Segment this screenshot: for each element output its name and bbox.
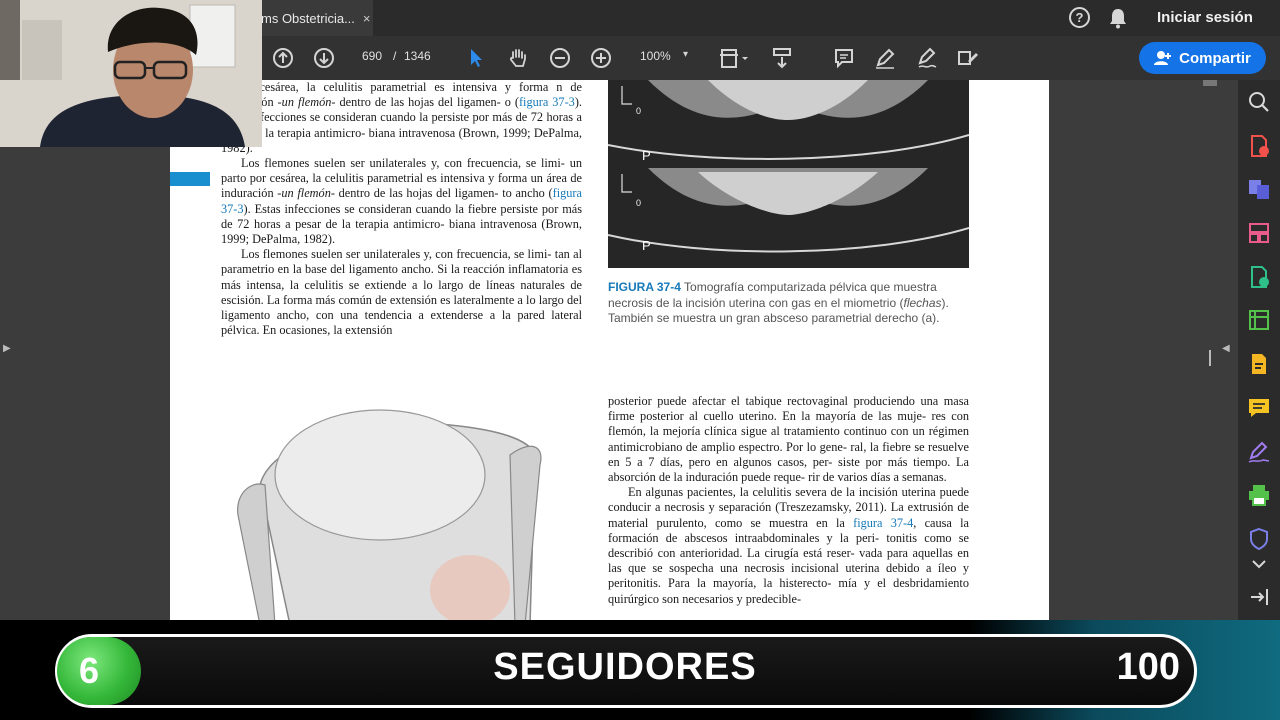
draw-sign-icon[interactable] [915, 46, 939, 70]
collapse-panel-icon[interactable] [1247, 585, 1271, 609]
export-pdf-icon[interactable] [1247, 134, 1271, 158]
export-file-icon[interactable] [1247, 352, 1271, 376]
zoom-search-icon[interactable] [1247, 90, 1271, 114]
figure-link[interactable]: figura 37-3 [519, 95, 575, 109]
paragraph: posterior puede afectar el tabique recto… [608, 394, 969, 485]
document-viewer[interactable]: ▶ o por cesárea, la celulitis parametria… [0, 80, 1238, 620]
followers-label: SEGUIDORES [493, 646, 757, 688]
stream-overlay: 6 SEGUIDORES 100 [0, 620, 1280, 720]
ct-scan-image: 0 P 0 P [608, 80, 969, 268]
left-panel-toggle-icon[interactable]: ▶ [3, 343, 11, 354]
badge-number: 6 [78, 650, 100, 691]
paragraph: Los flemones suelen ser unilaterales y, … [221, 156, 582, 247]
scrollbar-thumb[interactable] [1203, 80, 1217, 86]
next-page-icon[interactable] [312, 46, 336, 70]
comment-icon[interactable] [832, 46, 856, 70]
webcam-video-feed [0, 0, 262, 147]
ct-mark: 0 [636, 198, 641, 208]
tab-close-icon[interactable]: × [363, 11, 371, 26]
chapter-tab-marker [170, 172, 210, 186]
right-panel-toggle-icon[interactable]: ◀ [1222, 343, 1230, 354]
page-number-input[interactable]: 690 [356, 49, 388, 63]
share-label: Compartir [1179, 49, 1251, 67]
print-production-icon[interactable] [1247, 483, 1271, 507]
select-tool-icon[interactable] [464, 46, 488, 70]
left-text-column: o por cesárea, la celulitis parametrial … [221, 80, 582, 338]
figure-label: FIGURA 37-4 [608, 280, 681, 294]
add-user-icon [1154, 51, 1172, 65]
sign-in-button[interactable]: Iniciar sesión [1157, 9, 1253, 26]
figure-caption: FIGURA 37-4 Tomografía computarizada pél… [608, 280, 949, 325]
create-pdf-icon[interactable] [1247, 265, 1271, 289]
figure-link[interactable]: figura 37-4 [853, 516, 913, 530]
combine-files-icon[interactable] [1247, 177, 1271, 201]
paragraph: Los flemones suelen ser unilaterales y, … [221, 247, 582, 338]
expand-icon[interactable] [1247, 552, 1271, 576]
right-tools-rail [1238, 80, 1280, 620]
followers-goal: 100 [1116, 646, 1180, 688]
organize-pages-icon[interactable] [1247, 221, 1271, 245]
right-text-column: posterior puede afectar el tabique recto… [608, 394, 969, 607]
paragraph: o por cesárea, la celulitis parametrial … [221, 80, 582, 155]
highlight-pen-icon[interactable] [873, 46, 897, 70]
previous-page-icon[interactable] [271, 46, 295, 70]
protect-icon[interactable] [1247, 527, 1271, 551]
edit-pdf-icon[interactable] [1247, 308, 1271, 332]
help-icon[interactable]: ? [1069, 7, 1090, 28]
ct-mark: P [642, 148, 651, 163]
hand-tool-icon[interactable] [506, 46, 530, 70]
comment-tool-icon[interactable] [1247, 396, 1271, 420]
fill-sign-icon[interactable] [1247, 440, 1271, 464]
scroll-mode-icon[interactable] [770, 46, 794, 70]
app-window: ms Obstetricia... × ? Iniciar sesión 690… [0, 0, 1280, 720]
page-separator: / [393, 49, 397, 63]
pdf-page: o por cesárea, la celulitis parametrial … [170, 80, 1049, 620]
zoom-dropdown-chevron-icon[interactable]: ▾ [683, 49, 688, 60]
page-total: 1346 [404, 49, 431, 63]
zoom-in-icon[interactable] [589, 46, 613, 70]
scrollbar-handle[interactable] [1209, 350, 1211, 366]
share-button[interactable]: Compartir [1139, 42, 1266, 74]
paragraph: En algunas pacientes, la celulitis sever… [608, 485, 969, 606]
zoom-out-icon[interactable] [548, 46, 572, 70]
edit-text-icon[interactable] [956, 46, 980, 70]
zoom-level-select[interactable]: 100% [640, 49, 671, 63]
document-tab[interactable]: ms Obstetricia... × [255, 0, 373, 36]
ct-mark: P [642, 238, 651, 253]
ct-mark: 0 [636, 106, 641, 116]
tab-title: ms Obstetricia... [261, 10, 355, 26]
page-fit-icon[interactable] [718, 46, 750, 70]
notifications-bell-icon[interactable] [1108, 7, 1128, 29]
uterus-illustration [237, 409, 542, 620]
